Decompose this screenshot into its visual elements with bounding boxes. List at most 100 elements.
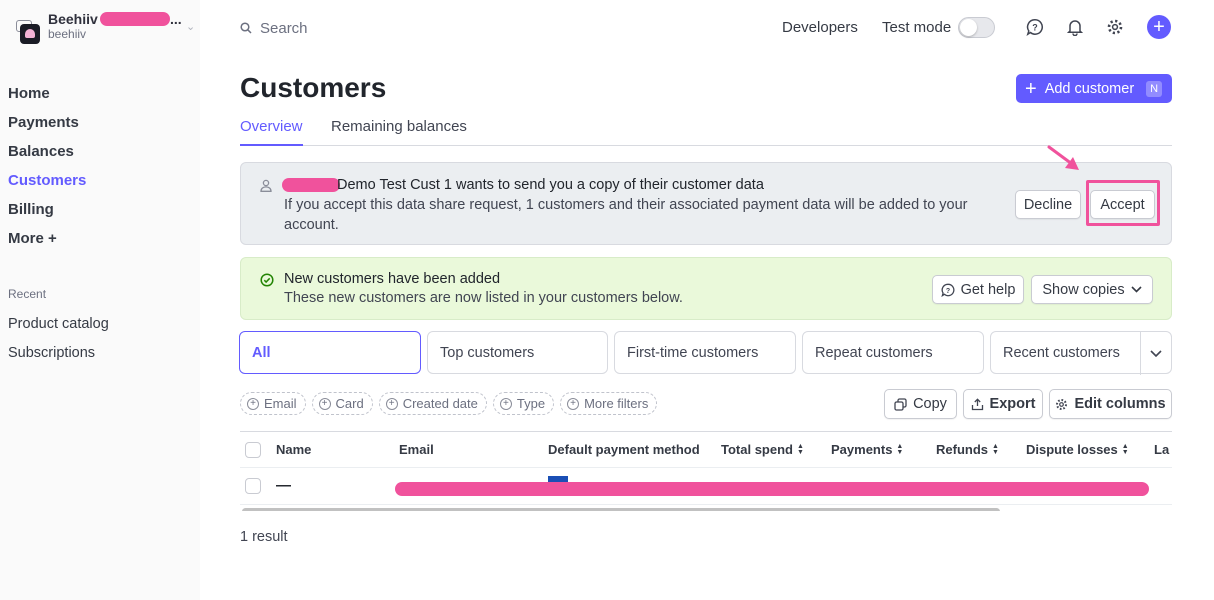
- help-icon: ?: [940, 283, 955, 297]
- segment-recent-customers[interactable]: Recent customers: [990, 331, 1172, 375]
- show-copies-dropdown[interactable]: Show copies: [1031, 275, 1153, 304]
- column-email[interactable]: Email: [399, 442, 434, 457]
- column-payments[interactable]: Payments ▲ ▼: [831, 442, 903, 457]
- sort-icon: ▲ ▼: [796, 442, 804, 456]
- column-name[interactable]: Name: [276, 442, 311, 457]
- sidebar-item-subscriptions[interactable]: Subscriptions: [8, 343, 109, 372]
- test-mode-toggle[interactable]: [958, 17, 995, 38]
- share-banner-title: Demo Test Cust 1 wants to send you a cop…: [337, 177, 764, 193]
- sidebar-item-product-catalog[interactable]: Product catalog: [8, 314, 109, 343]
- row-checkbox[interactable]: [245, 478, 261, 494]
- filter-label: Card: [335, 396, 364, 411]
- sort-icon: ▲ ▼: [1121, 442, 1129, 456]
- table-header: Name Email Default payment method Total …: [240, 431, 1172, 468]
- test-mode-text: Test mode: [882, 18, 952, 36]
- column-label: Payments: [831, 442, 893, 457]
- customer-name: —: [276, 477, 291, 494]
- copy-button[interactable]: Copy: [884, 389, 957, 419]
- export-button[interactable]: Export: [963, 389, 1043, 419]
- share-banner-description: If you accept this data share request, 1…: [284, 197, 968, 233]
- select-all-checkbox[interactable]: [245, 442, 261, 458]
- column-last[interactable]: La: [1154, 442, 1169, 457]
- svg-text:?: ?: [1032, 23, 1038, 33]
- sidebar: Beehiiv ... beehiiv ⌄ Home Payments Bala…: [0, 0, 200, 600]
- account-name-ellipsis: ...: [170, 11, 182, 27]
- sort-icon: ▲ ▼: [992, 442, 999, 456]
- filter-label: More filters: [584, 396, 649, 411]
- edit-columns-label: Edit columns: [1074, 396, 1166, 412]
- filter-card[interactable]: + Card: [311, 392, 373, 415]
- filter-label: Created date: [402, 396, 478, 411]
- sidebar-item-more[interactable]: More +: [8, 229, 86, 258]
- annotation-highlight-box: [1086, 180, 1160, 226]
- sidebar-item-payments[interactable]: Payments: [8, 113, 86, 142]
- help-icon[interactable]: ?: [1025, 17, 1045, 37]
- table-row[interactable]: —: [240, 468, 1172, 505]
- segments-more-dropdown[interactable]: [1140, 332, 1171, 375]
- customer-segments: All Top customers First-time customers R…: [239, 331, 1172, 375]
- sidebar-item-customers[interactable]: Customers: [8, 171, 86, 200]
- column-label: Refunds: [936, 442, 988, 457]
- tab-overview[interactable]: Overview: [240, 118, 303, 146]
- redaction-mark: [100, 12, 170, 26]
- result-count: 1 result: [240, 529, 288, 545]
- plus-icon[interactable]: +: [1147, 15, 1171, 39]
- page-tabs: Overview Remaining balances: [240, 118, 1172, 146]
- success-banner: New customers have been added These new …: [240, 257, 1172, 320]
- column-total-spend[interactable]: Total spend ▲ ▼: [721, 442, 804, 457]
- account-switcher[interactable]: Beehiiv ... beehiiv ⌄: [8, 8, 198, 48]
- plus-icon: +: [1025, 77, 1037, 100]
- add-customer-button[interactable]: + Add customer N: [1016, 74, 1172, 103]
- search-icon: [240, 22, 252, 34]
- gear-icon: [1056, 398, 1068, 410]
- chevron-down-icon: [1150, 350, 1162, 357]
- sort-icon: ▲ ▼: [896, 442, 904, 456]
- search-input[interactable]: Search: [240, 18, 308, 38]
- export-label: Export: [989, 396, 1036, 412]
- column-label: Dispute losses: [1026, 442, 1118, 457]
- gear-icon[interactable]: [1105, 17, 1125, 37]
- sidebar-item-billing[interactable]: Billing: [8, 200, 86, 229]
- keyboard-shortcut: N: [1146, 80, 1163, 97]
- filter-label: Email: [264, 396, 297, 411]
- segment-first-time-customers[interactable]: First-time customers: [614, 331, 796, 374]
- account-name: Beehiiv: [48, 11, 98, 27]
- column-dispute-losses[interactable]: Dispute losses ▲ ▼: [1026, 442, 1129, 457]
- annotation-arrow: [1047, 145, 1079, 170]
- account-logo: [20, 24, 40, 44]
- filter-more[interactable]: + More filters: [560, 392, 658, 415]
- sidebar-item-home[interactable]: Home: [8, 84, 86, 113]
- segment-all[interactable]: All: [239, 331, 421, 374]
- bell-icon[interactable]: [1065, 17, 1085, 37]
- data-share-banner: Demo Test Cust 1 wants to send you a cop…: [240, 162, 1172, 245]
- filter-email[interactable]: + Email: [240, 392, 306, 415]
- page-title: Customers: [240, 72, 387, 103]
- segment-repeat-customers[interactable]: Repeat customers: [802, 331, 984, 374]
- recent-nav: Product catalog Subscriptions: [8, 314, 109, 372]
- plus-circle-icon: +: [247, 397, 259, 410]
- horizontal-scrollbar[interactable]: [242, 508, 1000, 511]
- tab-remaining-balances[interactable]: Remaining balances: [331, 118, 467, 146]
- plus-circle-icon: +: [318, 397, 331, 410]
- svg-text:?: ?: [945, 287, 949, 294]
- filter-type[interactable]: + Type: [492, 392, 555, 415]
- developers-link[interactable]: Developers: [782, 15, 858, 39]
- account-subtitle: beehiiv: [48, 27, 87, 41]
- person-icon: [260, 179, 272, 192]
- copy-label: Copy: [913, 396, 947, 412]
- plus-circle-icon: +: [567, 397, 580, 410]
- column-default-payment-method[interactable]: Default payment method: [548, 442, 700, 457]
- segment-top-customers[interactable]: Top customers: [427, 331, 608, 374]
- sidebar-item-balances[interactable]: Balances: [8, 142, 86, 171]
- check-circle-icon: [260, 273, 274, 287]
- edit-columns-button[interactable]: Edit columns: [1049, 389, 1172, 419]
- redaction-mark: [282, 178, 340, 192]
- recent-heading: Recent: [8, 287, 47, 301]
- plus-circle-icon: +: [499, 397, 512, 410]
- column-label: Total spend: [721, 442, 793, 457]
- decline-button[interactable]: Decline: [1015, 190, 1081, 219]
- filter-created-date[interactable]: + Created date: [378, 392, 487, 415]
- column-refunds[interactable]: Refunds ▲ ▼: [936, 442, 999, 457]
- get-help-button[interactable]: ? Get help: [932, 275, 1024, 304]
- chevron-down-icon: ⌄: [186, 21, 196, 33]
